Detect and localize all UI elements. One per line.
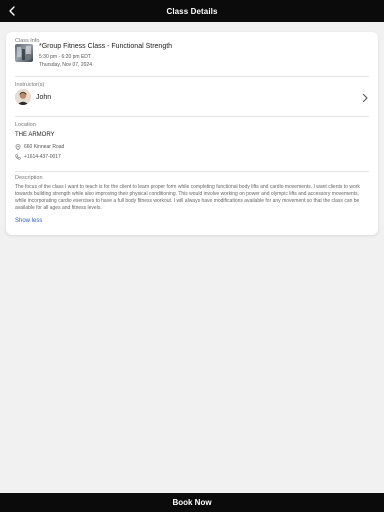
instructor-section: Instructor(s) John [15, 82, 369, 112]
location-address: 660 Kinnear Road [24, 144, 65, 150]
phone-icon [15, 154, 21, 160]
page-title: Class Details [166, 6, 218, 16]
class-info-section: Class Info *Group Fitness Class - Functi… [15, 38, 369, 74]
description-section: Description The focus of the class I wan… [15, 175, 369, 230]
instructor-label: Instructor(s) [15, 82, 45, 88]
back-button[interactable] [4, 3, 20, 19]
book-now-label: Book Now [172, 498, 212, 507]
description-label: Description [15, 175, 43, 181]
class-thumbnail [15, 44, 33, 62]
divider [15, 116, 369, 117]
phone-line[interactable]: +1614-437-0017 [15, 154, 61, 160]
divider [15, 171, 369, 172]
location-phone: +1614-437-0017 [24, 154, 61, 160]
location-label: Location [15, 122, 36, 128]
divider [15, 76, 369, 77]
map-pin-icon [15, 144, 21, 150]
class-time: 5:30 pm - 6:20 pm EDT [39, 54, 91, 60]
description-text: The focus of the class I want to teach i… [15, 184, 360, 211]
header-bar: Class Details [0, 0, 384, 22]
class-name: *Group Fitness Class - Functional Streng… [39, 43, 173, 50]
location-section: Location THE ARMORY 660 Kinnear Road +16… [15, 122, 369, 168]
book-now-button[interactable]: Book Now [0, 493, 384, 512]
chevron-left-icon [9, 6, 15, 16]
chevron-right-icon [362, 93, 368, 103]
instructor-name: John [36, 94, 52, 101]
avatar [15, 89, 31, 105]
show-less-link[interactable]: Show less [15, 218, 42, 224]
instructor-row[interactable]: John [15, 89, 369, 107]
class-details-card: Class Info *Group Fitness Class - Functi… [6, 32, 378, 235]
address-line[interactable]: 660 Kinnear Road [15, 144, 64, 150]
class-date: Thursday, Nov 07, 2024 [39, 62, 92, 68]
location-name: THE ARMORY [15, 132, 55, 138]
